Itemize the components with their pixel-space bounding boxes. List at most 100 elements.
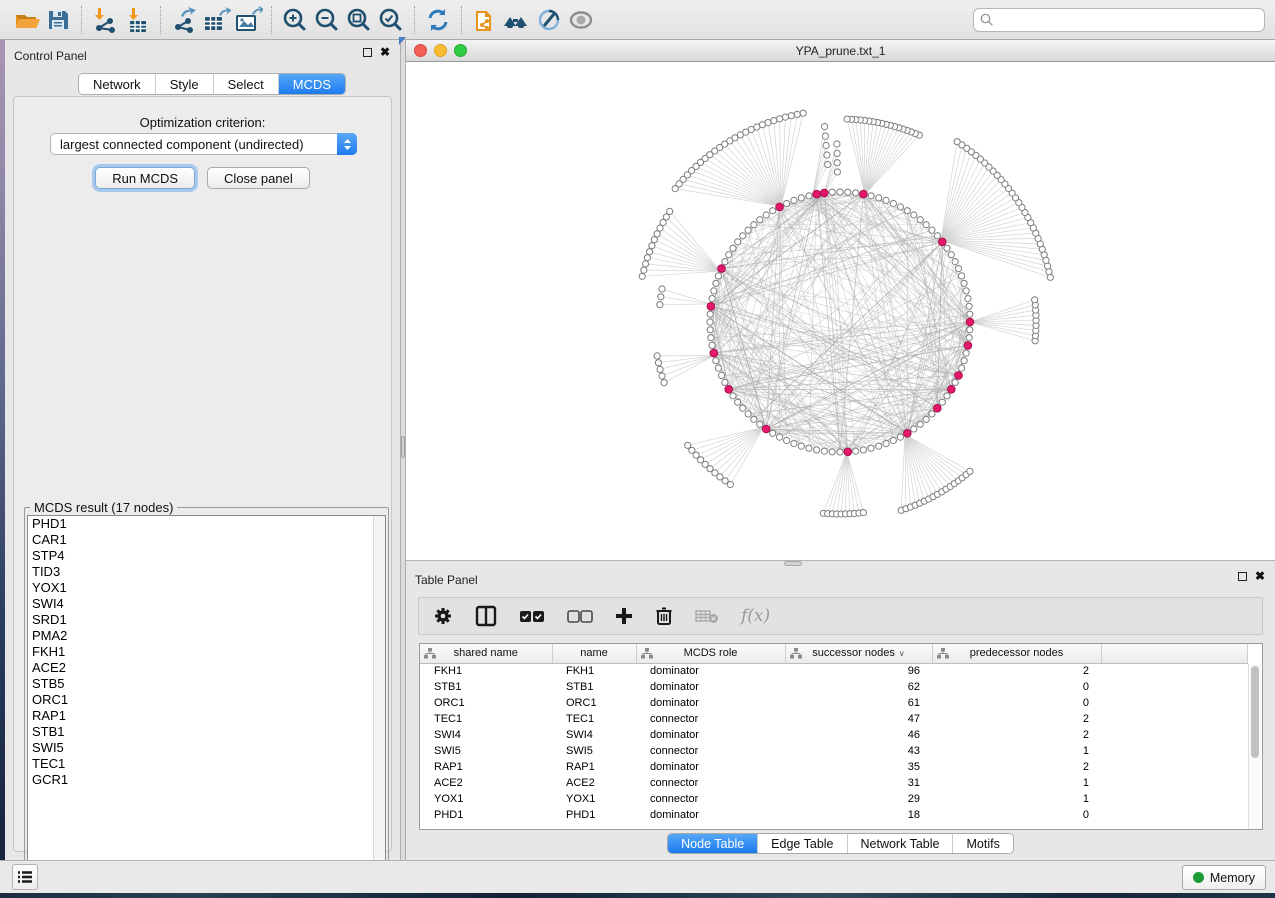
tab-style[interactable]: Style bbox=[156, 74, 214, 94]
table-cell: dominator bbox=[636, 727, 785, 743]
column-type-icon bbox=[424, 648, 436, 662]
mcds-result-item[interactable]: STP4 bbox=[28, 548, 385, 564]
table-row[interactable]: FKH1FKH1dominator962 bbox=[420, 663, 1248, 679]
mcds-result-item[interactable]: PMA2 bbox=[28, 628, 385, 644]
vertical-splitter-handle[interactable] bbox=[401, 436, 405, 458]
network-window-titlebar[interactable]: YPA_prune.txt_1 bbox=[406, 40, 1275, 62]
tab-motifs[interactable]: Motifs bbox=[953, 834, 1012, 853]
table-row[interactable]: ACE2ACE2connector311 bbox=[420, 775, 1248, 791]
main-toolbar bbox=[0, 0, 1275, 40]
table-row[interactable]: RAP1RAP1dominator352 bbox=[420, 759, 1248, 775]
control-panel-close-icon[interactable]: ✖ bbox=[380, 48, 390, 57]
dropdown-stepper-icon bbox=[337, 133, 357, 155]
table-row[interactable]: TEC1TEC1connector472 bbox=[420, 711, 1248, 727]
table-row[interactable]: PHD1PHD1dominator180 bbox=[420, 807, 1248, 823]
table-cell: YOX1 bbox=[552, 791, 636, 807]
open-file-icon[interactable] bbox=[10, 4, 42, 36]
mcds-result-item[interactable]: TEC1 bbox=[28, 756, 385, 772]
column-header-name[interactable]: name bbox=[552, 644, 636, 663]
deselect-all-checkboxes-icon[interactable] bbox=[567, 608, 593, 624]
table-cell: 2 bbox=[932, 711, 1101, 727]
save-session-icon[interactable] bbox=[42, 4, 74, 36]
zoom-out-icon[interactable] bbox=[311, 4, 343, 36]
mcds-result-item[interactable]: SWI5 bbox=[28, 740, 385, 756]
table-panel-title: Table Panel bbox=[415, 573, 478, 587]
table-settings-gear-icon[interactable] bbox=[433, 606, 453, 626]
column-header-MCDS-role[interactable]: MCDS role bbox=[636, 644, 785, 663]
column-header-shared-name[interactable]: shared name bbox=[420, 644, 552, 663]
zoom-selected-icon[interactable] bbox=[375, 4, 407, 36]
task-history-button[interactable] bbox=[12, 864, 38, 890]
table-row[interactable]: ORC1ORC1dominator610 bbox=[420, 695, 1248, 711]
import-table-icon[interactable] bbox=[121, 4, 153, 36]
table-cell: 2 bbox=[932, 727, 1101, 743]
table-scrollbar-thumb[interactable] bbox=[1251, 666, 1259, 758]
mcds-result-item[interactable]: FKH1 bbox=[28, 644, 385, 660]
column-header-predecessor-nodes[interactable]: predecessor nodes bbox=[932, 644, 1101, 663]
mcds-result-item[interactable]: STB5 bbox=[28, 676, 385, 692]
mcds-result-item[interactable]: TID3 bbox=[28, 564, 385, 580]
find-network-icon[interactable] bbox=[501, 4, 533, 36]
export-table-icon[interactable] bbox=[200, 4, 232, 36]
network-canvas[interactable] bbox=[406, 62, 1275, 561]
table-panel-float-icon[interactable] bbox=[1238, 572, 1247, 581]
mcds-result-item[interactable]: RAP1 bbox=[28, 708, 385, 724]
table-cell: connector bbox=[636, 775, 785, 791]
network-graph[interactable] bbox=[406, 62, 1275, 561]
dropdown-selected-value: largest connected component (undirected) bbox=[51, 137, 337, 152]
tab-mcds[interactable]: MCDS bbox=[279, 74, 345, 94]
table-cell: FKH1 bbox=[552, 663, 636, 679]
search-input[interactable] bbox=[973, 8, 1265, 32]
mcds-result-item[interactable]: SWI4 bbox=[28, 596, 385, 612]
mcds-result-item[interactable]: SRD1 bbox=[28, 612, 385, 628]
table-panel-close-icon[interactable]: ✖ bbox=[1255, 572, 1265, 581]
mcds-result-item[interactable]: CAR1 bbox=[28, 532, 385, 548]
tab-select[interactable]: Select bbox=[214, 74, 279, 94]
tab-network[interactable]: Network bbox=[79, 74, 156, 94]
import-network-icon[interactable] bbox=[89, 4, 121, 36]
mcds-result-item[interactable]: PHD1 bbox=[28, 516, 385, 532]
mcds-result-item[interactable]: YOX1 bbox=[28, 580, 385, 596]
tab-edge-table[interactable]: Edge Table bbox=[758, 834, 847, 853]
control-panel: Control Panel ✖ Network Style Select MCD… bbox=[5, 40, 400, 860]
zoom-in-icon[interactable] bbox=[279, 4, 311, 36]
column-header-label: successor nodes bbox=[812, 647, 895, 659]
optimization-criterion-dropdown[interactable]: largest connected component (undirected) bbox=[50, 133, 357, 155]
export-network-icon[interactable] bbox=[168, 4, 200, 36]
mcds-result-item[interactable]: STB1 bbox=[28, 724, 385, 740]
tab-node-table[interactable]: Node Table bbox=[668, 834, 758, 853]
column-header-label: name bbox=[580, 647, 608, 659]
refresh-icon[interactable] bbox=[422, 4, 454, 36]
mcds-list-scrollbar[interactable] bbox=[373, 516, 385, 875]
table-row[interactable]: SWI5SWI5connector431 bbox=[420, 743, 1248, 759]
mcds-result-item[interactable]: GCR1 bbox=[28, 772, 385, 788]
table-cell: PHD1 bbox=[552, 807, 636, 823]
memory-button[interactable]: Memory bbox=[1182, 865, 1266, 890]
control-panel-float-icon[interactable] bbox=[363, 48, 372, 57]
delete-column-icon[interactable] bbox=[655, 606, 673, 626]
mcds-result-item[interactable]: ACE2 bbox=[28, 660, 385, 676]
zoom-fit-icon[interactable] bbox=[343, 4, 375, 36]
table-cell: 1 bbox=[932, 743, 1101, 759]
close-panel-button[interactable]: Close panel bbox=[207, 167, 310, 189]
mcds-result-item[interactable]: ORC1 bbox=[28, 692, 385, 708]
mcds-result-list[interactable]: PHD1CAR1STP4TID3YOX1SWI4SRD1PMA2FKH1ACE2… bbox=[27, 515, 386, 876]
select-all-checkboxes-icon[interactable] bbox=[519, 608, 545, 624]
table-scrollbar[interactable] bbox=[1248, 664, 1261, 830]
table-row[interactable]: YOX1YOX1connector291 bbox=[420, 791, 1248, 807]
table-cell: dominator bbox=[636, 695, 785, 711]
node-table[interactable]: shared name name MCDS rolesuccessor nodes∨… bbox=[419, 643, 1263, 830]
export-image-icon[interactable] bbox=[232, 4, 264, 36]
column-visibility-icon[interactable] bbox=[475, 605, 497, 627]
table-row[interactable]: SWI4SWI4dominator462 bbox=[420, 727, 1248, 743]
horizontal-splitter-handle[interactable] bbox=[784, 561, 802, 566]
add-column-icon[interactable] bbox=[615, 607, 633, 625]
run-mcds-button[interactable]: Run MCDS bbox=[95, 167, 195, 189]
hide-panels-icon[interactable] bbox=[533, 4, 565, 36]
show-graphics-details-icon[interactable] bbox=[565, 4, 597, 36]
delete-table-disabled-icon bbox=[695, 608, 719, 624]
column-header-successor-nodes[interactable]: successor nodes∨ bbox=[785, 644, 932, 663]
table-row[interactable]: STB1STB1dominator620 bbox=[420, 679, 1248, 695]
clone-network-icon[interactable] bbox=[469, 4, 501, 36]
tab-network-table[interactable]: Network Table bbox=[848, 834, 954, 853]
